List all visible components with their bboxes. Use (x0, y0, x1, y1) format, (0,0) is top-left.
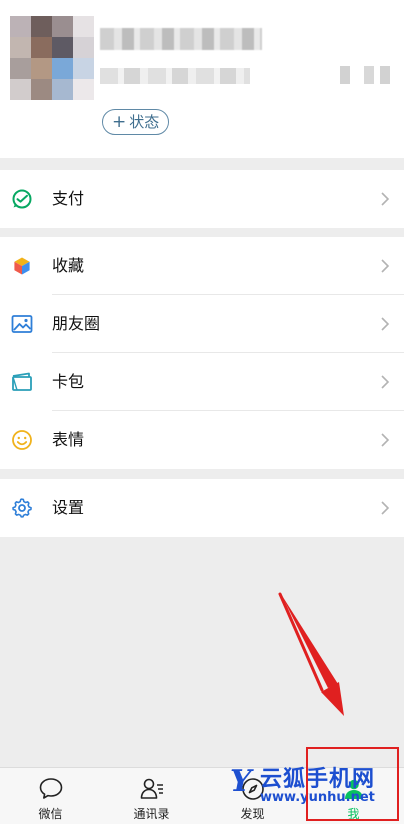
tab-label: 通讯录 (133, 807, 170, 821)
menu-item-label: 收藏 (52, 256, 85, 275)
pay-group: 支付 (0, 170, 404, 228)
menu-item-settings[interactable]: 设置 (0, 479, 404, 537)
chevron-right-icon (381, 259, 390, 273)
menu-item-label: 支付 (52, 189, 85, 208)
tab-label: 微信 (38, 807, 63, 821)
menu-item-label: 设置 (52, 498, 85, 517)
chevron-right-icon (381, 375, 390, 389)
chat-bubble-icon (39, 778, 62, 799)
chevron-right-icon (381, 317, 390, 331)
tab-chats[interactable]: 微信 (0, 768, 101, 824)
plus-icon: + (112, 111, 127, 132)
avatar[interactable] (10, 16, 94, 100)
tab-contacts[interactable]: 通讯录 (101, 768, 202, 824)
status-button-label: 状态 (129, 112, 160, 131)
pay-icon (12, 189, 32, 209)
qr-code-redacted[interactable] (340, 66, 390, 84)
nickname-redacted (100, 28, 262, 50)
moments-photo-icon (11, 315, 33, 333)
contacts-icon (140, 778, 163, 799)
menu-item-label: 卡包 (52, 372, 85, 391)
profile-header[interactable]: + 状态 (0, 0, 404, 158)
favorites-cube-icon (13, 256, 31, 276)
menu-item-stickers[interactable]: 表情 (0, 411, 404, 469)
menu-item-label: 朋友圈 (52, 314, 101, 333)
watermark-logo-letter: Y (230, 764, 252, 799)
status-button[interactable]: + 状态 (102, 109, 170, 135)
menu-item-label: 表情 (52, 430, 85, 449)
menu-item-cards[interactable]: 卡包 (0, 353, 404, 411)
chevron-right-icon (381, 433, 390, 447)
smiley-face-icon (12, 430, 32, 450)
chevron-right-icon (381, 501, 390, 515)
annotation-highlight-box (306, 747, 399, 821)
menu-item-pay[interactable]: 支付 (0, 170, 404, 228)
features-group: 收藏 朋友圈 卡包 表情 (0, 237, 404, 469)
settings-group: 设置 (0, 479, 404, 537)
wechat-id-redacted (100, 68, 250, 84)
menu-item-favorites[interactable]: 收藏 (0, 237, 404, 295)
card-wallet-icon (12, 372, 32, 391)
chevron-right-icon (381, 192, 390, 206)
menu-item-moments[interactable]: 朋友圈 (0, 295, 404, 353)
gear-icon (12, 498, 32, 518)
